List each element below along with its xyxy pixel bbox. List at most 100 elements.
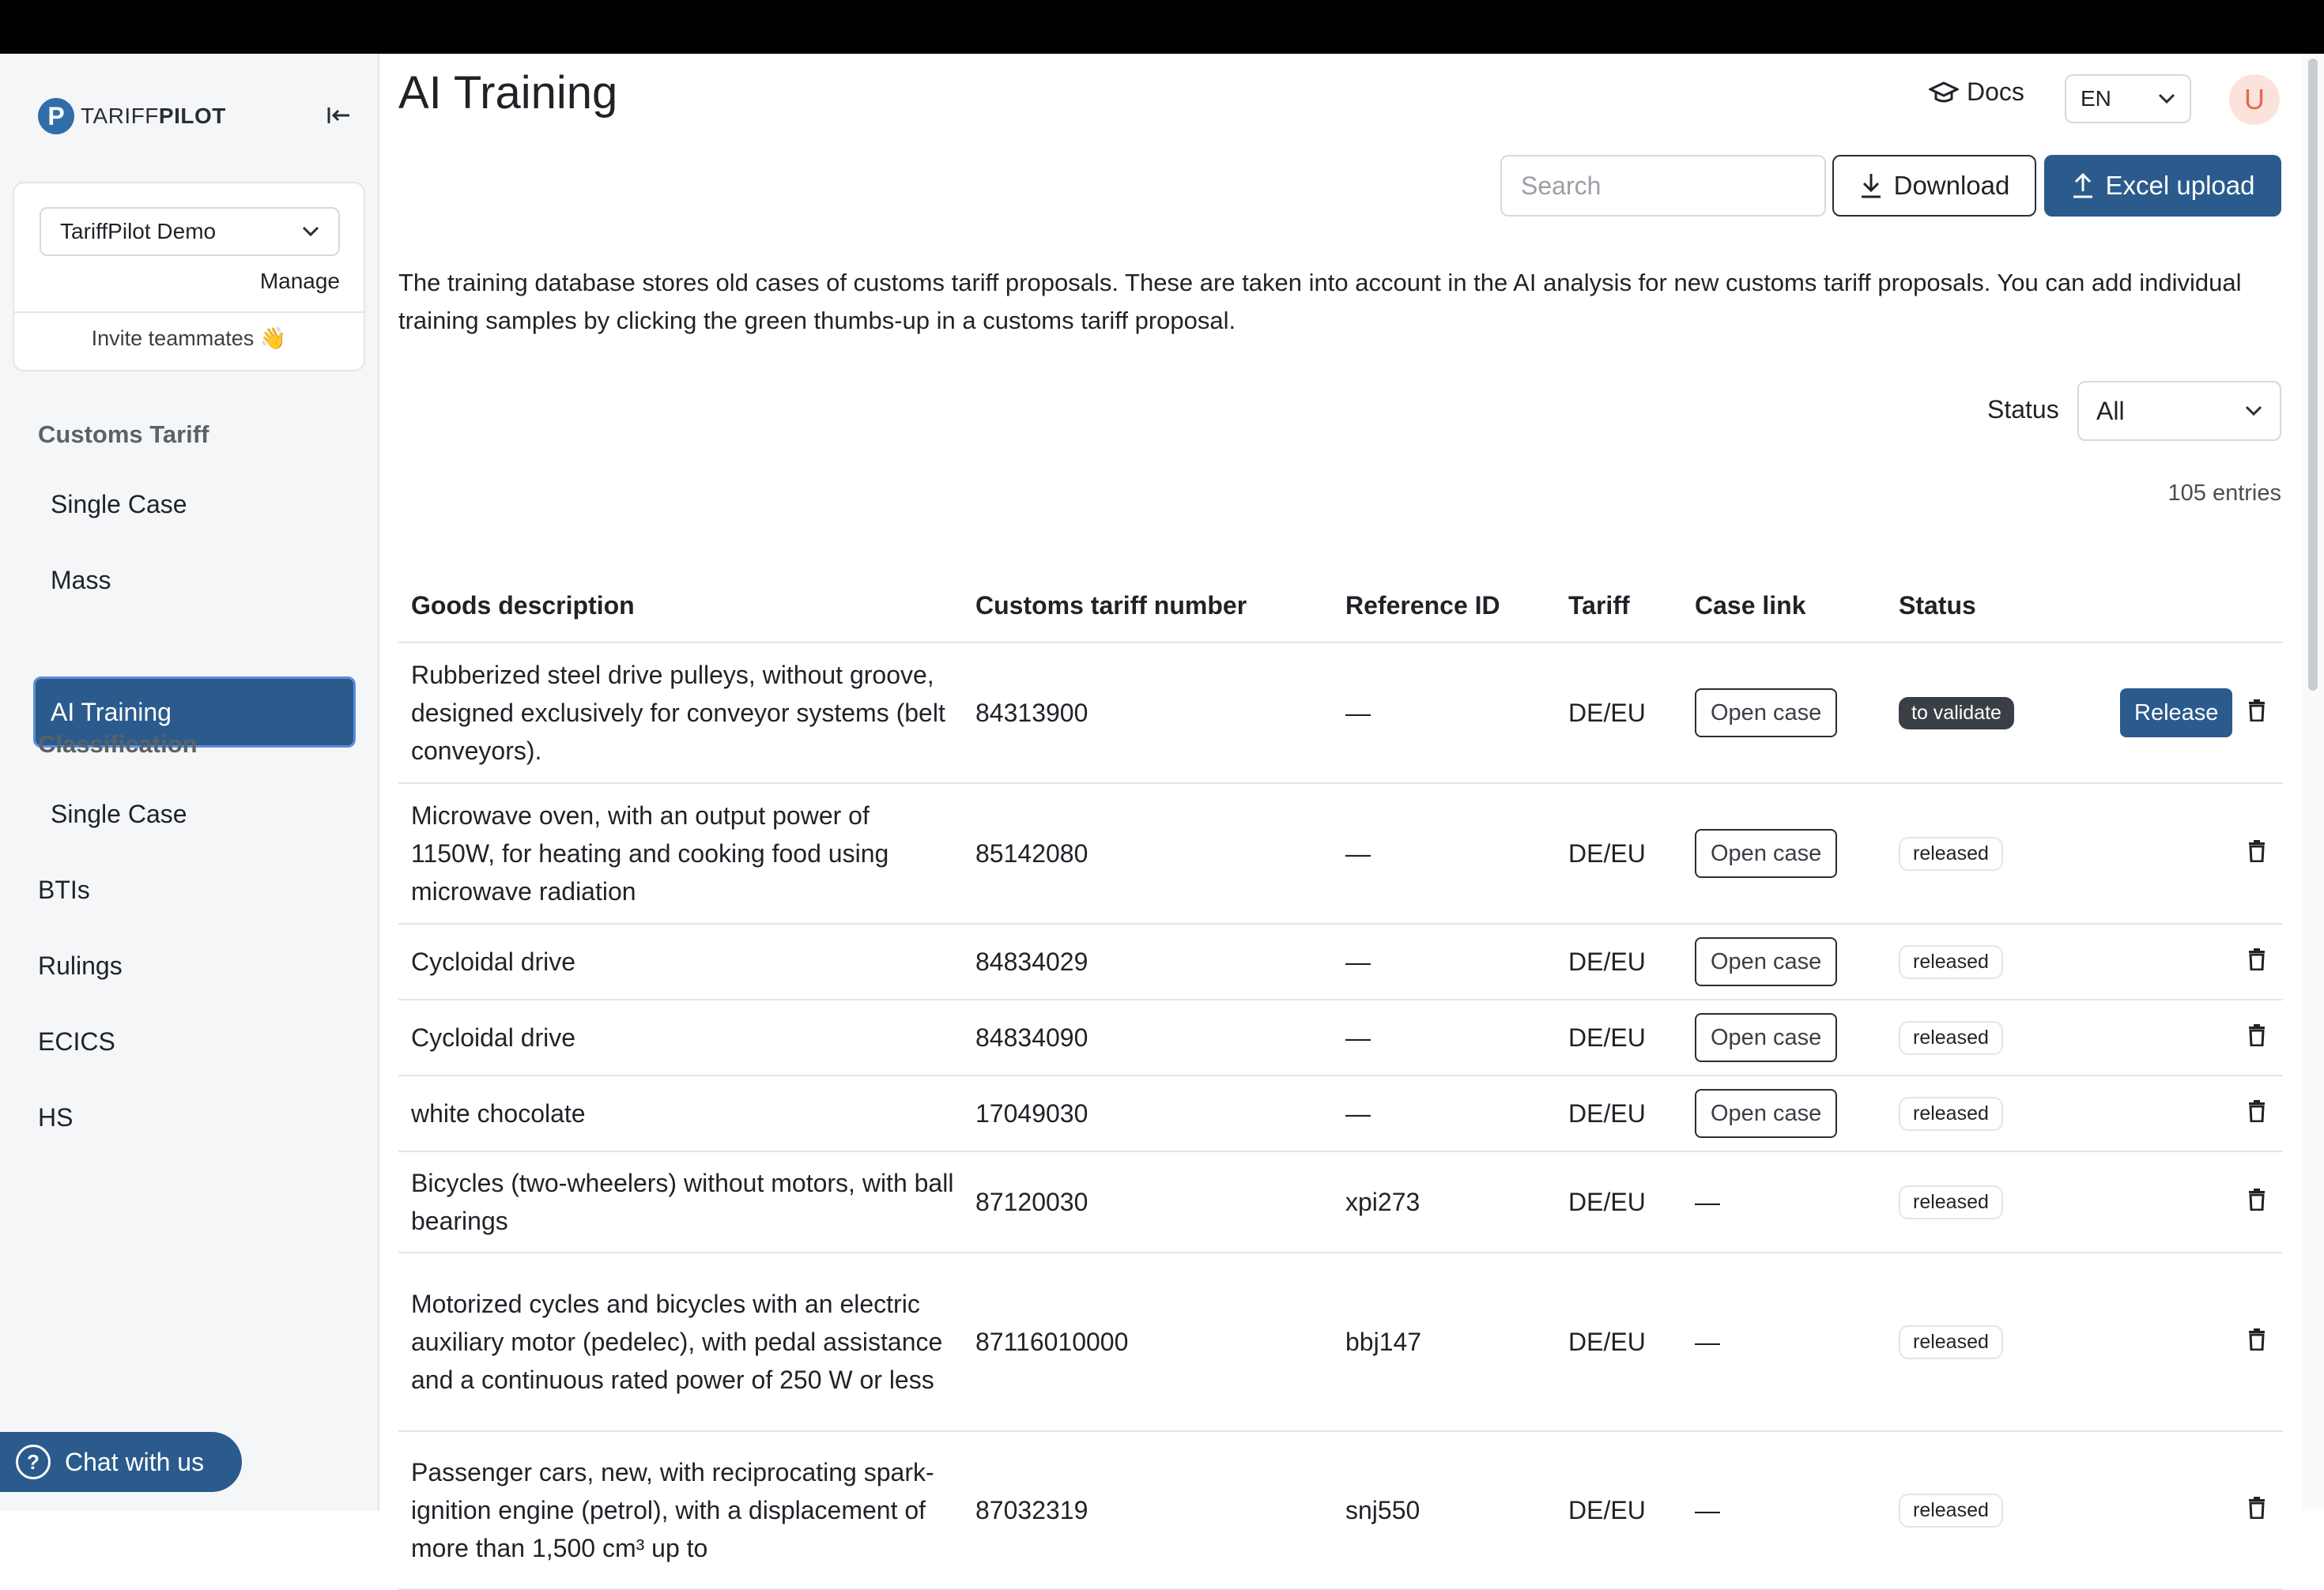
tariff-cell: DE/EU: [1568, 1495, 1646, 1524]
reference-id-cell: —: [1345, 1023, 1371, 1052]
case-link-cell: Open case: [1695, 1076, 1838, 1151]
sidebar-item-rulings[interactable]: Rulings: [38, 951, 123, 981]
scrollbar[interactable]: [2302, 54, 2324, 1511]
trash-icon[interactable]: [2248, 1099, 2266, 1128]
docs-link[interactable]: Docs: [1929, 77, 2024, 107]
tariff-number-cell: 84834090: [975, 1023, 1088, 1052]
collapse-sidebar-icon[interactable]: [324, 101, 353, 130]
sidebar-item-classification-single-case[interactable]: Single Case: [51, 800, 187, 829]
logo-icon: P: [38, 98, 74, 134]
open-case-button[interactable]: Open case: [1695, 1013, 1838, 1062]
trash-icon[interactable]: [2248, 948, 2266, 977]
case-link-cell: Open case: [1695, 643, 1838, 782]
status-badge: released: [1899, 1185, 2003, 1219]
table-row: Cycloidal drive 84834029 — DE/EU Open case re…: [398, 925, 2283, 1000]
delete-cell: [2248, 784, 2266, 923]
goods-description-cell: Motorized cycles and bicycles with an el…: [411, 1290, 943, 1394]
trash-icon[interactable]: [2248, 1023, 2266, 1053]
chat-label: Chat with us: [65, 1447, 205, 1476]
trash-icon[interactable]: [2248, 699, 2266, 728]
column-header-case-link[interactable]: Case link: [1695, 591, 1806, 620]
tariff-number-cell: 17049030: [975, 1098, 1088, 1128]
delete-cell: [2248, 1152, 2266, 1252]
trash-icon[interactable]: [2248, 1188, 2266, 1217]
case-link-cell: —: [1695, 1187, 1720, 1216]
sidebar-item-ecics[interactable]: ECICS: [38, 1027, 115, 1057]
sidebar-item-btis[interactable]: BTIs: [38, 876, 90, 905]
case-link-cell: —: [1695, 1327, 1720, 1356]
main-content: AI Training Docs EN U Download Excel upl…: [381, 54, 2302, 1590]
table-row: Microwave oven, with an output power of …: [398, 784, 2283, 925]
delete-cell: [2248, 1076, 2266, 1151]
sidebar-item-mass[interactable]: Mass: [51, 566, 111, 595]
status-badge: to validate: [1899, 696, 2014, 729]
chat-with-us-button[interactable]: ? Chat with us: [0, 1432, 242, 1492]
table-row: Motorized cycles and bicycles with an el…: [398, 1253, 2283, 1432]
release-button[interactable]: Release: [2120, 688, 2233, 737]
status-cell: released: [1899, 1152, 2003, 1252]
workspace-name: TariffPilot Demo: [60, 219, 217, 243]
upload-label: Excel upload: [2105, 171, 2255, 200]
goods-description-cell: Microwave oven, with an output power of …: [411, 801, 889, 906]
column-header-tariff-number[interactable]: Customs tariff number: [975, 591, 1247, 620]
invite-teammates-link[interactable]: Invite teammates 👋: [14, 326, 364, 351]
status-filter-select[interactable]: All: [2077, 381, 2281, 441]
open-case-button[interactable]: Open case: [1695, 1089, 1838, 1138]
scrollbar-thumb[interactable]: [2308, 58, 2318, 691]
reference-id-cell: bbj147: [1345, 1327, 1422, 1356]
delete-cell: [2248, 925, 2266, 999]
language-select[interactable]: EN: [2065, 74, 2191, 123]
status-filter-label: Status: [1987, 395, 2059, 424]
column-header-reference-id[interactable]: Reference ID: [1345, 591, 1500, 620]
goods-description-cell: Bicycles (two-wheelers) without motors, …: [411, 1169, 954, 1235]
trash-icon[interactable]: [2248, 1496, 2266, 1525]
manage-link[interactable]: Manage: [260, 269, 340, 294]
table-header: Goods description Customs tariff number …: [398, 575, 2283, 643]
tariff-cell: DE/EU: [1568, 947, 1646, 976]
reference-id-cell: xpi273: [1345, 1187, 1420, 1216]
download-button[interactable]: Download: [1832, 155, 2036, 217]
status-badge: released: [1899, 944, 2003, 979]
sidebar-item-customs-single-case[interactable]: Single Case: [51, 490, 187, 519]
column-header-status[interactable]: Status: [1899, 591, 1976, 620]
table-row: Passenger cars, new, with reciprocating …: [398, 1432, 2283, 1590]
trash-icon[interactable]: [2248, 1328, 2266, 1357]
goods-description-cell: Cycloidal drive: [411, 948, 576, 976]
reference-id-cell: —: [1345, 838, 1371, 868]
tariff-cell: DE/EU: [1568, 698, 1646, 727]
search-input[interactable]: [1500, 155, 1826, 217]
logo-text: TARIFFPILOT: [81, 104, 226, 128]
tariff-number-cell: 85142080: [975, 838, 1088, 868]
status-badge: released: [1899, 1096, 2003, 1131]
goods-description-cell: Cycloidal drive: [411, 1023, 576, 1052]
workspace-select[interactable]: TariffPilot Demo: [40, 207, 340, 256]
status-cell: to validate: [1899, 643, 2014, 782]
browser-top-bar: [0, 0, 2324, 54]
divider: [14, 311, 364, 313]
open-case-button[interactable]: Open case: [1695, 937, 1838, 986]
delete-cell: [2248, 1432, 2266, 1588]
open-case-button[interactable]: Open case: [1695, 829, 1838, 878]
table-body: Rubberized steel drive pulleys, without …: [398, 643, 2283, 1590]
status-badge: released: [1899, 1493, 2003, 1528]
column-header-tariff[interactable]: Tariff: [1568, 591, 1630, 620]
table-row: Rubberized steel drive pulleys, without …: [398, 643, 2283, 784]
goods-description-cell: Passenger cars, new, with reciprocating …: [411, 1458, 934, 1562]
tariff-number-cell: 84834029: [975, 947, 1088, 976]
delete-cell: [2248, 1000, 2266, 1075]
chevron-down-icon: [2158, 93, 2175, 104]
column-header-goods[interactable]: Goods description: [411, 591, 635, 620]
status-cell: released: [1899, 1076, 2003, 1151]
status-cell: released: [1899, 925, 2003, 999]
logo[interactable]: P TARIFFPILOT: [38, 98, 226, 134]
status-filter-value: All: [2096, 396, 2125, 425]
status-cell: released: [1899, 1253, 2003, 1430]
trash-icon[interactable]: [2248, 839, 2266, 868]
avatar[interactable]: U: [2229, 74, 2280, 125]
sidebar-item-hs[interactable]: HS: [38, 1103, 73, 1132]
excel-upload-button[interactable]: Excel upload: [2044, 155, 2281, 217]
open-case-button[interactable]: Open case: [1695, 688, 1838, 737]
sidebar-item-label: AI Training: [51, 697, 172, 726]
entries-count: 105 entries: [2167, 480, 2282, 506]
tariff-cell: DE/EU: [1568, 1023, 1646, 1052]
